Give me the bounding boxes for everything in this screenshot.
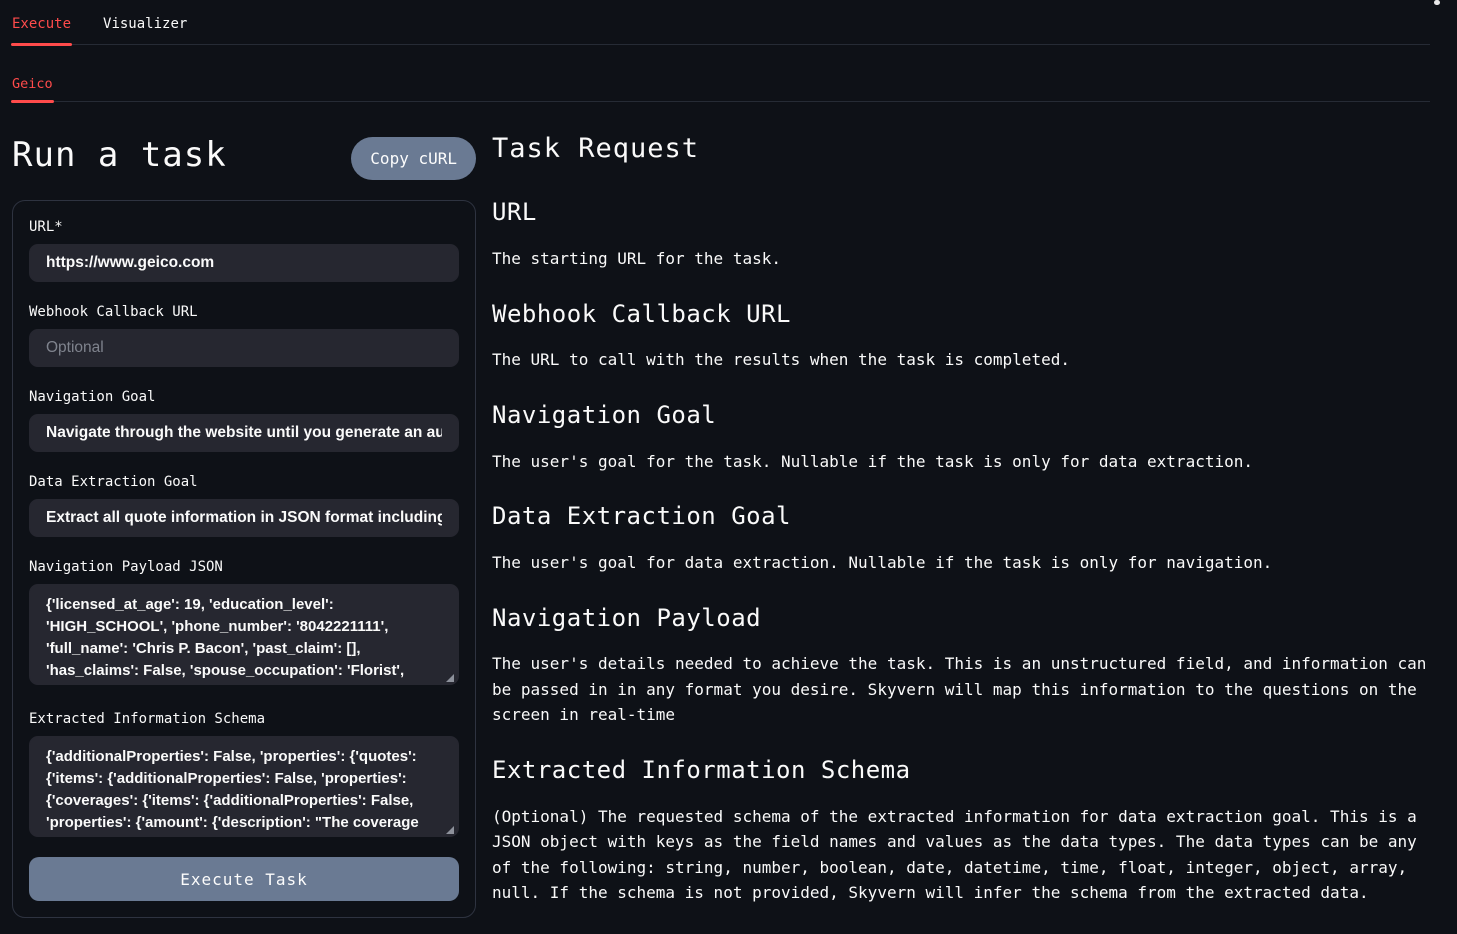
tab-execute[interactable]: Execute bbox=[11, 16, 72, 44]
task-request-docs: Task Request URL The starting URL for th… bbox=[492, 133, 1430, 934]
data-extraction-goal-input[interactable] bbox=[29, 499, 459, 537]
run-task-panel: Run a task Copy cURL URL* Webhook Callba… bbox=[12, 133, 476, 918]
doc-body: The URL to call with the results when th… bbox=[492, 347, 1430, 373]
doc-heading: Data Extraction Goal bbox=[492, 502, 1430, 531]
doc-heading: Extracted Information Schema bbox=[492, 756, 1430, 785]
tab-visualizer[interactable]: Visualizer bbox=[102, 16, 188, 44]
doc-section-navigation-goal: Navigation Goal The user's goal for the … bbox=[492, 401, 1430, 474]
navigation-payload-textarea[interactable]: {'licensed_at_age': 19, 'education_level… bbox=[29, 584, 459, 685]
copy-curl-button[interactable]: Copy cURL bbox=[351, 137, 476, 180]
navigation-goal-input[interactable] bbox=[29, 414, 459, 452]
tab-geico[interactable]: Geico bbox=[11, 76, 54, 101]
page-scrollbar-thumb[interactable] bbox=[1434, 0, 1440, 5]
doc-body: The starting URL for the task. bbox=[492, 246, 1430, 272]
webhook-callback-url-input[interactable] bbox=[29, 329, 459, 367]
doc-section-navigation-payload: Navigation Payload The user's details ne… bbox=[492, 604, 1430, 728]
doc-heading: URL bbox=[492, 198, 1430, 227]
data-extraction-goal-label: Data Extraction Goal bbox=[29, 474, 459, 490]
doc-heading: Navigation Payload bbox=[492, 604, 1430, 633]
doc-body: The user's goal for the task. Nullable i… bbox=[492, 449, 1430, 475]
resize-handle-icon[interactable] bbox=[446, 826, 454, 834]
doc-section-extracted-schema: Extracted Information Schema (Optional) … bbox=[492, 756, 1430, 906]
docs-title: Task Request bbox=[492, 133, 1430, 165]
main-content: Run a task Copy cURL URL* Webhook Callba… bbox=[0, 102, 1457, 934]
extracted-schema-label: Extracted Information Schema bbox=[29, 711, 459, 727]
doc-heading: Webhook Callback URL bbox=[492, 300, 1430, 329]
task-form-card: URL* Webhook Callback URL Navigation Goa… bbox=[12, 200, 476, 918]
doc-body: The user's goal for data extraction. Nul… bbox=[492, 550, 1430, 576]
doc-section-webhook: Webhook Callback URL The URL to call wit… bbox=[492, 300, 1430, 373]
doc-body: The user's details needed to achieve the… bbox=[492, 651, 1430, 728]
doc-section-data-extraction-goal: Data Extraction Goal The user's goal for… bbox=[492, 502, 1430, 575]
main-tab-bar: Execute Visualizer bbox=[0, 0, 1457, 45]
url-input[interactable] bbox=[29, 244, 459, 282]
navigation-goal-label: Navigation Goal bbox=[29, 389, 459, 405]
execute-task-button[interactable]: Execute Task bbox=[29, 857, 459, 901]
doc-body: (Optional) The requested schema of the e… bbox=[492, 804, 1430, 906]
resize-handle-icon[interactable] bbox=[446, 674, 454, 682]
page-title: Run a task bbox=[12, 133, 227, 177]
sub-tab-bar: Geico bbox=[0, 45, 1457, 102]
extracted-schema-textarea[interactable]: {'additionalProperties': False, 'propert… bbox=[29, 736, 459, 837]
doc-section-url: URL The starting URL for the task. bbox=[492, 198, 1430, 271]
doc-heading: Navigation Goal bbox=[492, 401, 1430, 430]
webhook-callback-url-label: Webhook Callback URL bbox=[29, 304, 459, 320]
url-label: URL* bbox=[29, 219, 459, 235]
navigation-payload-label: Navigation Payload JSON bbox=[29, 559, 459, 575]
